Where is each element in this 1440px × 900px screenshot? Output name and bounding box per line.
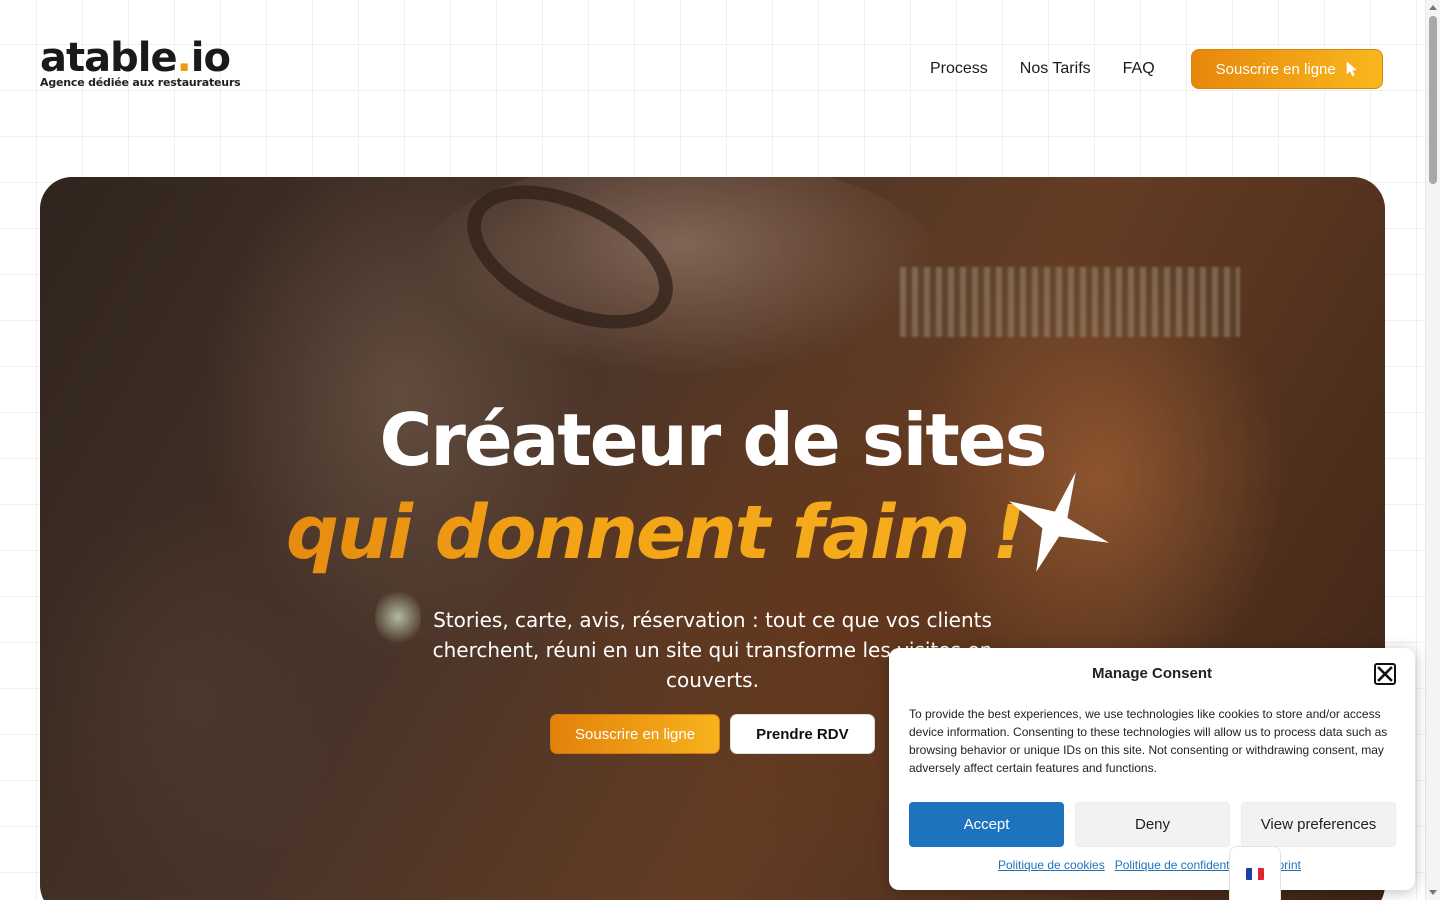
deny-button[interactable]: Deny <box>1075 802 1230 847</box>
consent-title: Manage Consent <box>1091 665 1212 682</box>
accept-button[interactable]: Accept <box>909 802 1064 847</box>
subscribe-online-button[interactable]: Souscrire en ligne <box>1190 49 1383 89</box>
nav-link-tarifs[interactable]: Nos Tarifs <box>1020 60 1091 78</box>
nav-link-process[interactable]: Process <box>930 60 988 78</box>
france-flag-icon <box>1246 867 1264 880</box>
view-preferences-button[interactable]: View preferences <box>1241 802 1396 847</box>
logo-wordmark: atable.io <box>40 35 231 81</box>
star-icon <box>1009 472 1109 572</box>
hero-title-line2: qui donnent faim ! <box>0 490 1310 576</box>
hero-buttons: Souscrire en ligne Prendre RDV <box>550 714 875 754</box>
scroll-down-arrow-icon[interactable] <box>1429 890 1437 895</box>
consent-body: To provide the best experiences, we use … <box>909 707 1388 775</box>
subscribe-online-label: Souscrire en ligne <box>1215 60 1336 78</box>
cookie-policy-link[interactable]: Politique de cookies <box>998 858 1105 872</box>
scroll-up-arrow-icon[interactable] <box>1429 5 1437 10</box>
hero-appointment-button[interactable]: Prendre RDV <box>730 714 875 754</box>
hero-subscribe-button[interactable]: Souscrire en ligne <box>550 714 721 754</box>
hero-title-line1: Créateur de sites <box>379 398 1048 482</box>
scroll-thumb[interactable] <box>1429 16 1437 184</box>
page-scrollbar[interactable] <box>1425 0 1440 900</box>
site-header: atable.io Agence dédiée aux restaurateur… <box>0 0 1425 140</box>
main-nav: Process Nos Tarifs FAQ Souscrire en lign… <box>930 49 1383 89</box>
consent-buttons: Accept Deny View preferences <box>909 802 1396 847</box>
cookie-consent-dialog: Manage Consent To provide the best exper… <box>889 648 1415 890</box>
nav-link-faq[interactable]: FAQ <box>1123 60 1155 78</box>
logo[interactable]: atable.io Agence dédiée aux restaurateur… <box>40 38 241 89</box>
close-icon[interactable] <box>1374 663 1396 685</box>
language-switcher[interactable] <box>1229 846 1281 900</box>
cursor-icon <box>1346 61 1357 77</box>
logo-tagline: Agence dédiée aux restaurateurs <box>40 76 241 89</box>
